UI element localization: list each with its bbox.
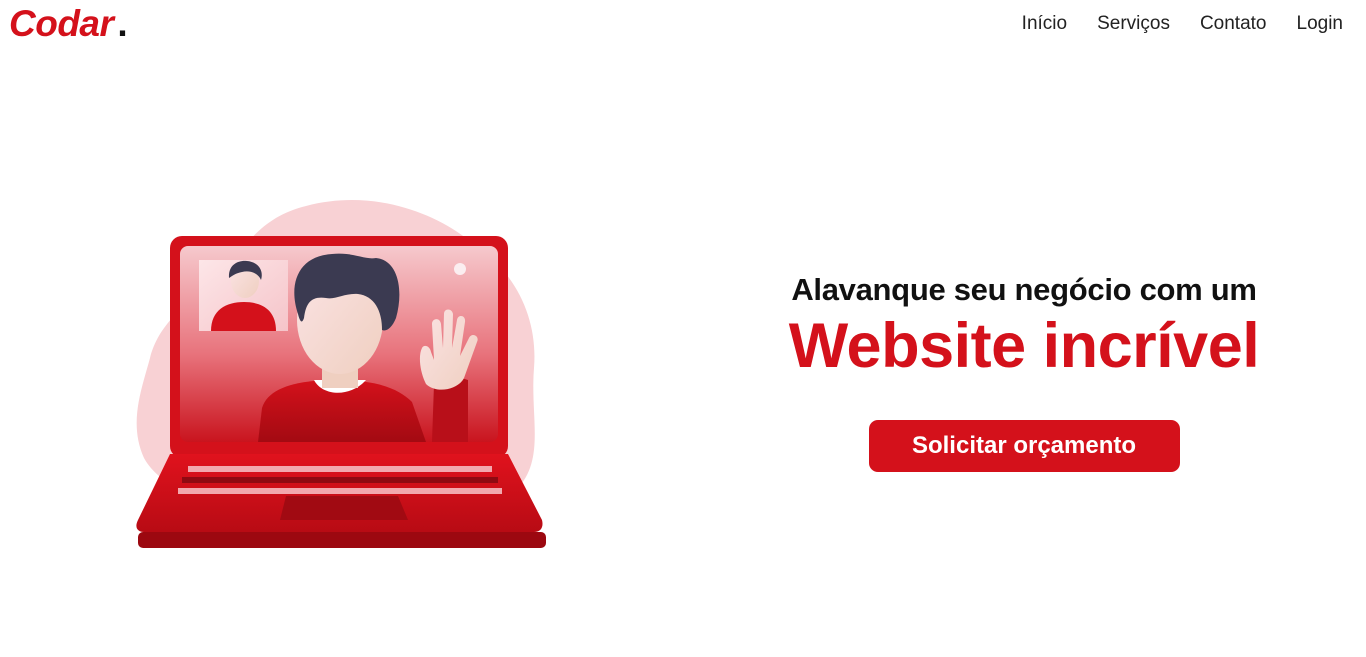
video-call-illustration <box>136 198 548 554</box>
logo[interactable]: Codar. <box>9 2 128 46</box>
hero-section: Alavanque seu negócio com um Website inc… <box>764 270 1284 472</box>
logo-dot: . <box>117 3 128 44</box>
hero-subtitle: Alavanque seu negócio com um <box>791 272 1257 307</box>
request-quote-button[interactable]: Solicitar orçamento <box>868 420 1180 472</box>
nav-link-inicio[interactable]: Início <box>1022 12 1067 36</box>
site-header: Codar. Início Serviços Contato Login <box>0 0 1366 50</box>
page: Codar. Início Serviços Contato Login Ala… <box>0 0 1366 657</box>
logo-text: Codar <box>9 3 114 44</box>
hero-title: Website incrível <box>788 311 1260 381</box>
main-nav: Início Serviços Contato Login <box>1022 12 1343 36</box>
nav-link-login[interactable]: Login <box>1297 12 1344 36</box>
nav-link-contato[interactable]: Contato <box>1200 12 1267 36</box>
nav-link-servicos[interactable]: Serviços <box>1097 12 1170 36</box>
